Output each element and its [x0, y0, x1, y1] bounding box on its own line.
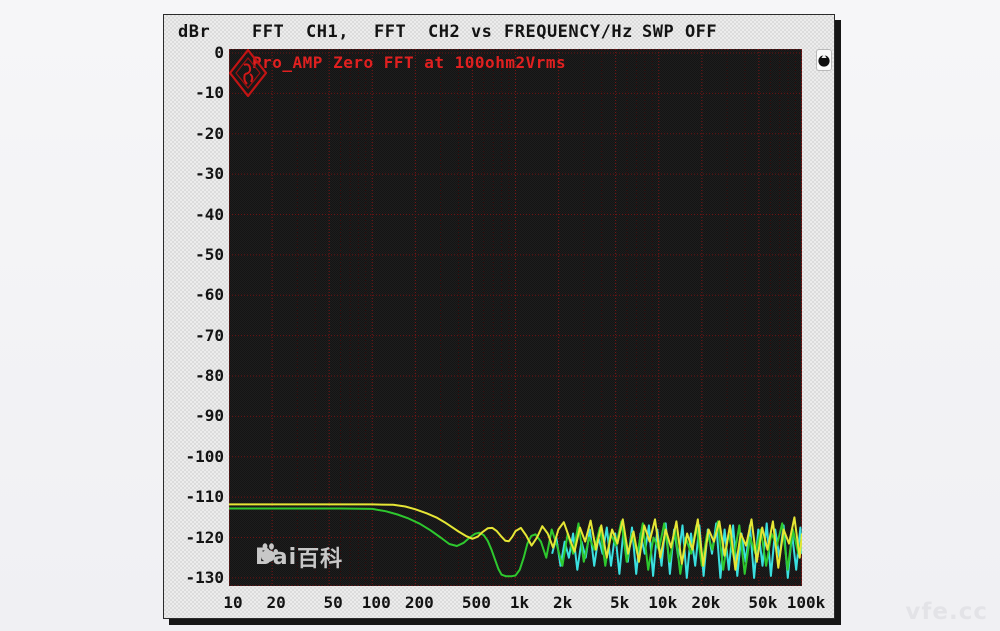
y-tick-label: -100	[166, 447, 224, 466]
y-tick-label: -80	[166, 366, 224, 385]
grid-and-traces-canvas	[229, 49, 802, 586]
x-tick-label: 20k	[691, 593, 720, 612]
header-item-0: FFT	[252, 22, 284, 42]
y-tick-label: -20	[166, 124, 224, 143]
y-tick-label: -110	[166, 487, 224, 506]
y-tick-label: -10	[166, 83, 224, 102]
x-tick-label: 200	[405, 593, 434, 612]
x-tick-label: 500	[462, 593, 491, 612]
x-tick-label: 100	[362, 593, 391, 612]
x-tick-label: 2k	[553, 593, 572, 612]
header-item-2: FFT	[374, 22, 406, 42]
baidu-baike-watermark: Bai 百科	[255, 541, 343, 573]
y-tick-label: -30	[166, 164, 224, 183]
baidu-watermark-suffix: 百科	[297, 541, 343, 573]
red-diamond-logo-icon	[229, 49, 267, 97]
x-tick-label: 50k	[748, 593, 777, 612]
x-tick-label: 10	[223, 593, 242, 612]
x-tick-label: 100k	[787, 593, 826, 612]
x-tick-label: 1k	[510, 593, 529, 612]
baidu-paw-icon	[256, 541, 280, 565]
page: dBr FFTCH1,FFTCH2 vsFREQUENCY/HzSWP OFF …	[0, 0, 1000, 631]
y-tick-label: -70	[166, 326, 224, 345]
fft-plot-area: Pro_AMP Zero FFT at 100ohm2Vrms Bai 百科	[229, 49, 802, 586]
analyzer-screenshot-panel: dBr FFTCH1,FFTCH2 vsFREQUENCY/HzSWP OFF …	[163, 14, 835, 619]
y-tick-label: -50	[166, 245, 224, 264]
y-tick-label: 0	[166, 43, 224, 62]
header-item-5: SWP OFF	[642, 22, 717, 42]
site-watermark: vfe.cc	[905, 599, 988, 625]
x-tick-label: 10k	[648, 593, 677, 612]
x-tick-label: 50	[323, 593, 342, 612]
y-tick-label: -120	[166, 528, 224, 547]
x-tick-label: 5k	[610, 593, 629, 612]
header-item-3: CH2 vs	[428, 22, 492, 42]
header-item-4: FREQUENCY/Hz	[504, 22, 633, 42]
plot-title: Pro_AMP Zero FFT at 100ohm2Vrms	[252, 53, 566, 72]
y-unit-label: dBr	[178, 22, 210, 42]
y-tick-label: -60	[166, 285, 224, 304]
y-tick-label: -40	[166, 205, 224, 224]
header-item-1: CH1,	[306, 22, 349, 42]
y-tick-label: -130	[166, 568, 224, 587]
sphere-marker-icon	[816, 49, 832, 71]
x-tick-label: 20	[266, 593, 285, 612]
y-tick-label: -90	[166, 406, 224, 425]
